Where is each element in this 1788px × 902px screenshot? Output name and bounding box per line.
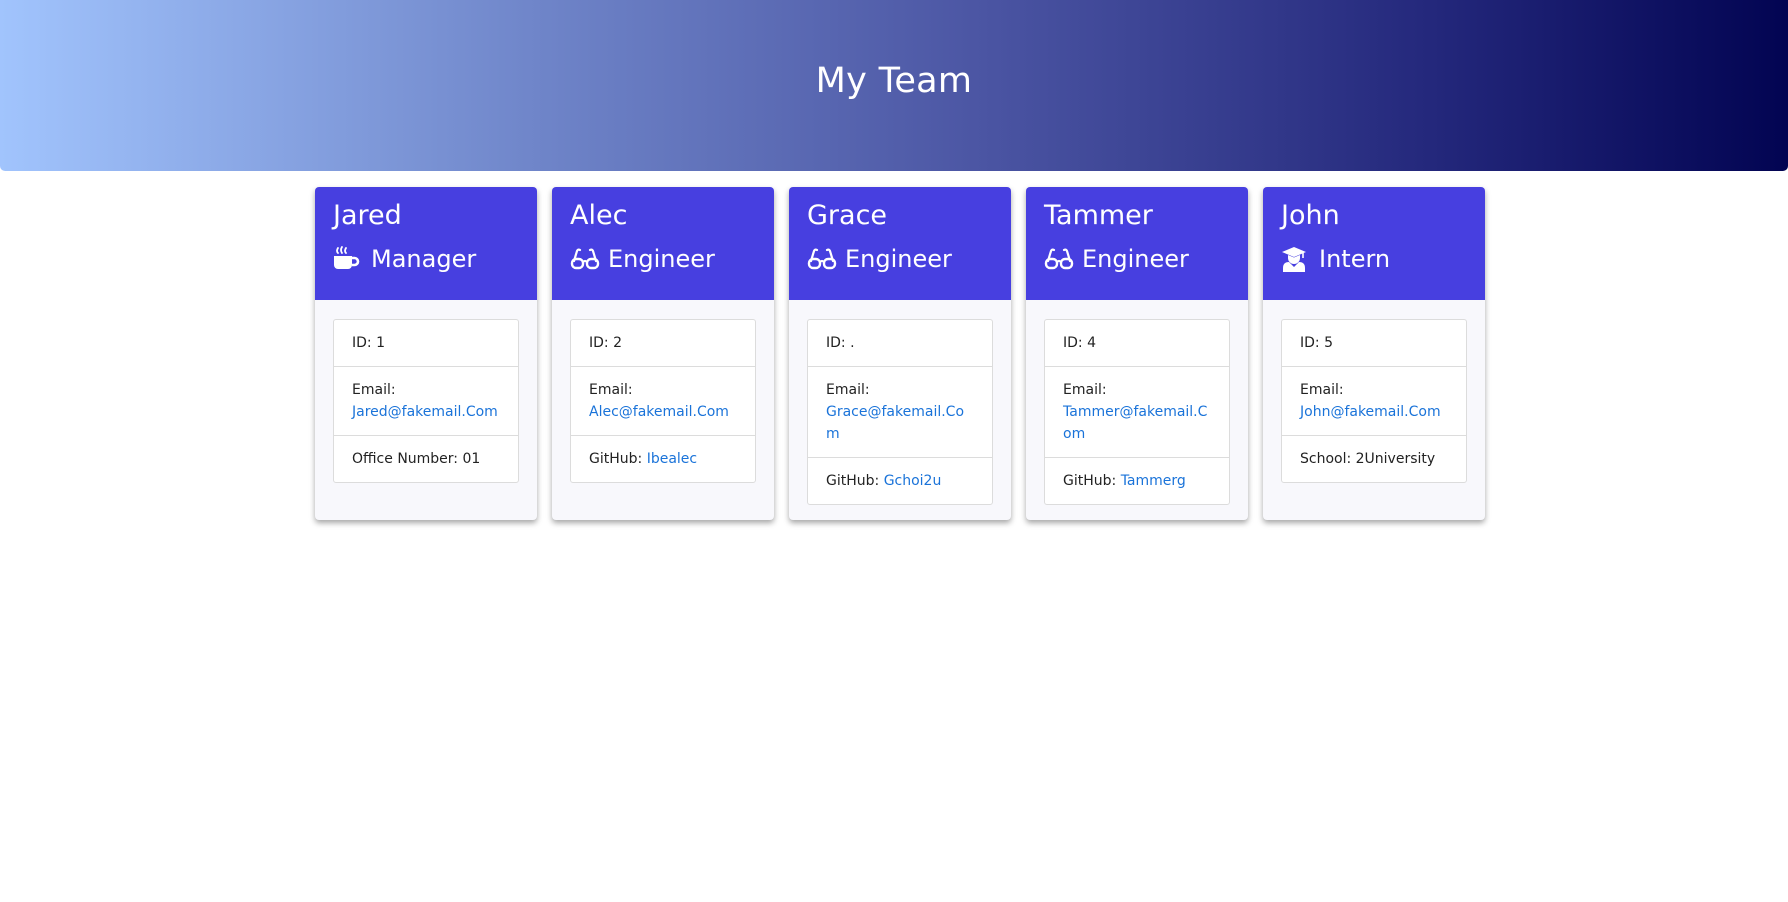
email-label: Email: [589, 382, 633, 398]
employee-id: ID: 4 [1063, 335, 1096, 351]
github-label: GitHub: [589, 451, 647, 467]
employee-email-row: Email: Tammer@fakemail.Com [1045, 366, 1229, 457]
info-list: ID: 2 Email: Alec@fakemail.Com GitHub: I… [570, 319, 756, 483]
employee-card-engineer: Alec Engineer ID: 2 Email: Alec@fakemail… [552, 187, 774, 520]
employee-name: Grace [807, 200, 888, 231]
role-label: Engineer [1082, 245, 1189, 273]
email-label: Email: [1300, 382, 1344, 398]
employee-id: ID: 1 [352, 335, 385, 351]
email-link[interactable]: Tammer@fakemail.Com [1063, 404, 1207, 442]
card-header: Grace Engineer [789, 187, 1011, 300]
office-number: Office Number: 01 [334, 435, 518, 482]
info-list: ID: . Email: Grace@fakemail.Com GitHub: … [807, 319, 993, 505]
school: School: 2University [1282, 435, 1466, 482]
glasses-icon [570, 247, 600, 271]
employee-id: ID: 2 [589, 335, 622, 351]
employee-name: John [1281, 200, 1340, 231]
github-label: GitHub: [1063, 473, 1121, 489]
role-label: Engineer [845, 245, 952, 273]
employee-role: Engineer [1044, 244, 1230, 274]
page-title: My Team [815, 60, 973, 101]
email-link[interactable]: Alec@fakemail.Com [589, 404, 729, 420]
coffee-icon [333, 246, 363, 271]
glasses-icon [1044, 247, 1074, 271]
email-link[interactable]: Grace@fakemail.Com [826, 404, 964, 442]
github-link[interactable]: Tammerg [1121, 473, 1186, 489]
card-header: John Intern [1263, 187, 1485, 300]
page-header: My Team [0, 0, 1788, 171]
employee-name: Jared [333, 200, 402, 231]
card-body: ID: 4 Email: Tammer@fakemail.Com GitHub:… [1026, 300, 1248, 505]
employee-role: Engineer [807, 244, 993, 274]
card-header: Alec Engineer [552, 187, 774, 300]
email-label: Email: [1063, 382, 1107, 398]
employee-email-row: Email: Jared@fakemail.Com [334, 366, 518, 435]
email-label: Email: [352, 382, 396, 398]
employee-role: Manager [333, 244, 519, 274]
github-link[interactable]: Gchoi2u [884, 473, 942, 489]
employee-name: Alec [570, 200, 628, 231]
role-label: Intern [1319, 245, 1391, 273]
role-label: Manager [371, 245, 477, 273]
employee-id: ID: 5 [1300, 335, 1333, 351]
card-body: ID: . Email: Grace@fakemail.Com GitHub: … [789, 300, 1011, 505]
employee-name: Tammer [1044, 200, 1153, 231]
employee-role: Engineer [570, 244, 756, 274]
employee-role: Intern [1281, 244, 1467, 274]
info-list: ID: 4 Email: Tammer@fakemail.Com GitHub:… [1044, 319, 1230, 505]
employee-email-row: Email: Alec@fakemail.Com [571, 366, 755, 435]
github-row: GitHub: Tammerg [1045, 457, 1229, 504]
card-body: ID: 1 Email: Jared@fakemail.Com Office N… [315, 300, 537, 483]
info-list: ID: 1 Email: Jared@fakemail.Com Office N… [333, 319, 519, 483]
card-header: Tammer Engineer [1026, 187, 1248, 300]
employee-id: ID: . [826, 335, 855, 351]
employee-email-row: Email: Grace@fakemail.Com [808, 366, 992, 457]
card-body: ID: 2 Email: Alec@fakemail.Com GitHub: I… [552, 300, 774, 483]
email-link[interactable]: Jared@fakemail.Com [352, 404, 498, 420]
email-label: Email: [826, 382, 870, 398]
team-cards: Jared Manager ID: 1 Email: Jared@fakemai… [315, 187, 1485, 520]
card-body: ID: 5 Email: John@fakemail.Com School: 2… [1263, 300, 1485, 483]
employee-card-engineer: Tammer Engineer ID: 4 Email: Tammer@fake… [1026, 187, 1248, 520]
github-label: GitHub: [826, 473, 884, 489]
github-row: GitHub: Ibealec [571, 435, 755, 482]
graduate-icon [1281, 247, 1311, 272]
info-list: ID: 5 Email: John@fakemail.Com School: 2… [1281, 319, 1467, 483]
employee-card-engineer: Grace Engineer ID: . Email: Grace@fakema… [789, 187, 1011, 520]
github-row: GitHub: Gchoi2u [808, 457, 992, 504]
glasses-icon [807, 247, 837, 271]
github-link[interactable]: Ibealec [647, 451, 697, 467]
role-label: Engineer [608, 245, 715, 273]
card-header: Jared Manager [315, 187, 537, 300]
employee-email-row: Email: John@fakemail.Com [1282, 366, 1466, 435]
employee-card-intern: John Intern ID: 5 Email: John@fakemail.C… [1263, 187, 1485, 520]
email-link[interactable]: John@fakemail.Com [1300, 404, 1441, 420]
employee-card-manager: Jared Manager ID: 1 Email: Jared@fakemai… [315, 187, 537, 520]
